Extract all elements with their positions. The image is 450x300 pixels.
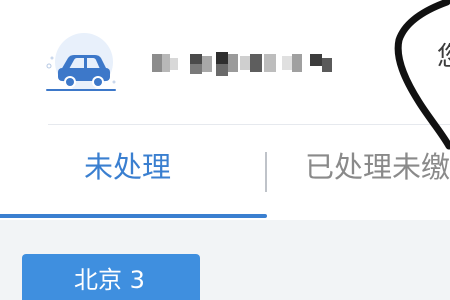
tab-processed-unpaid[interactable]: 已处理未缴 xyxy=(305,153,450,182)
car-icon xyxy=(46,33,116,91)
vehicle-header: 您 xyxy=(0,0,450,125)
tab-separator xyxy=(265,152,267,192)
active-tab-indicator xyxy=(0,214,267,218)
content-area: 北京 3 xyxy=(0,220,450,300)
status-tabs: 未处理 已处理未缴 xyxy=(0,125,450,220)
header-side-text: 您 xyxy=(437,44,450,70)
city-filter-button[interactable]: 北京 3 xyxy=(22,254,200,300)
city-filter-label: 北京 3 xyxy=(74,266,145,294)
tab-unprocessed[interactable]: 未处理 xyxy=(84,153,171,182)
plate-number-mosaic xyxy=(152,52,332,76)
violation-query-page: 您 未处理 已处理未缴 北京 3 xyxy=(0,0,450,300)
